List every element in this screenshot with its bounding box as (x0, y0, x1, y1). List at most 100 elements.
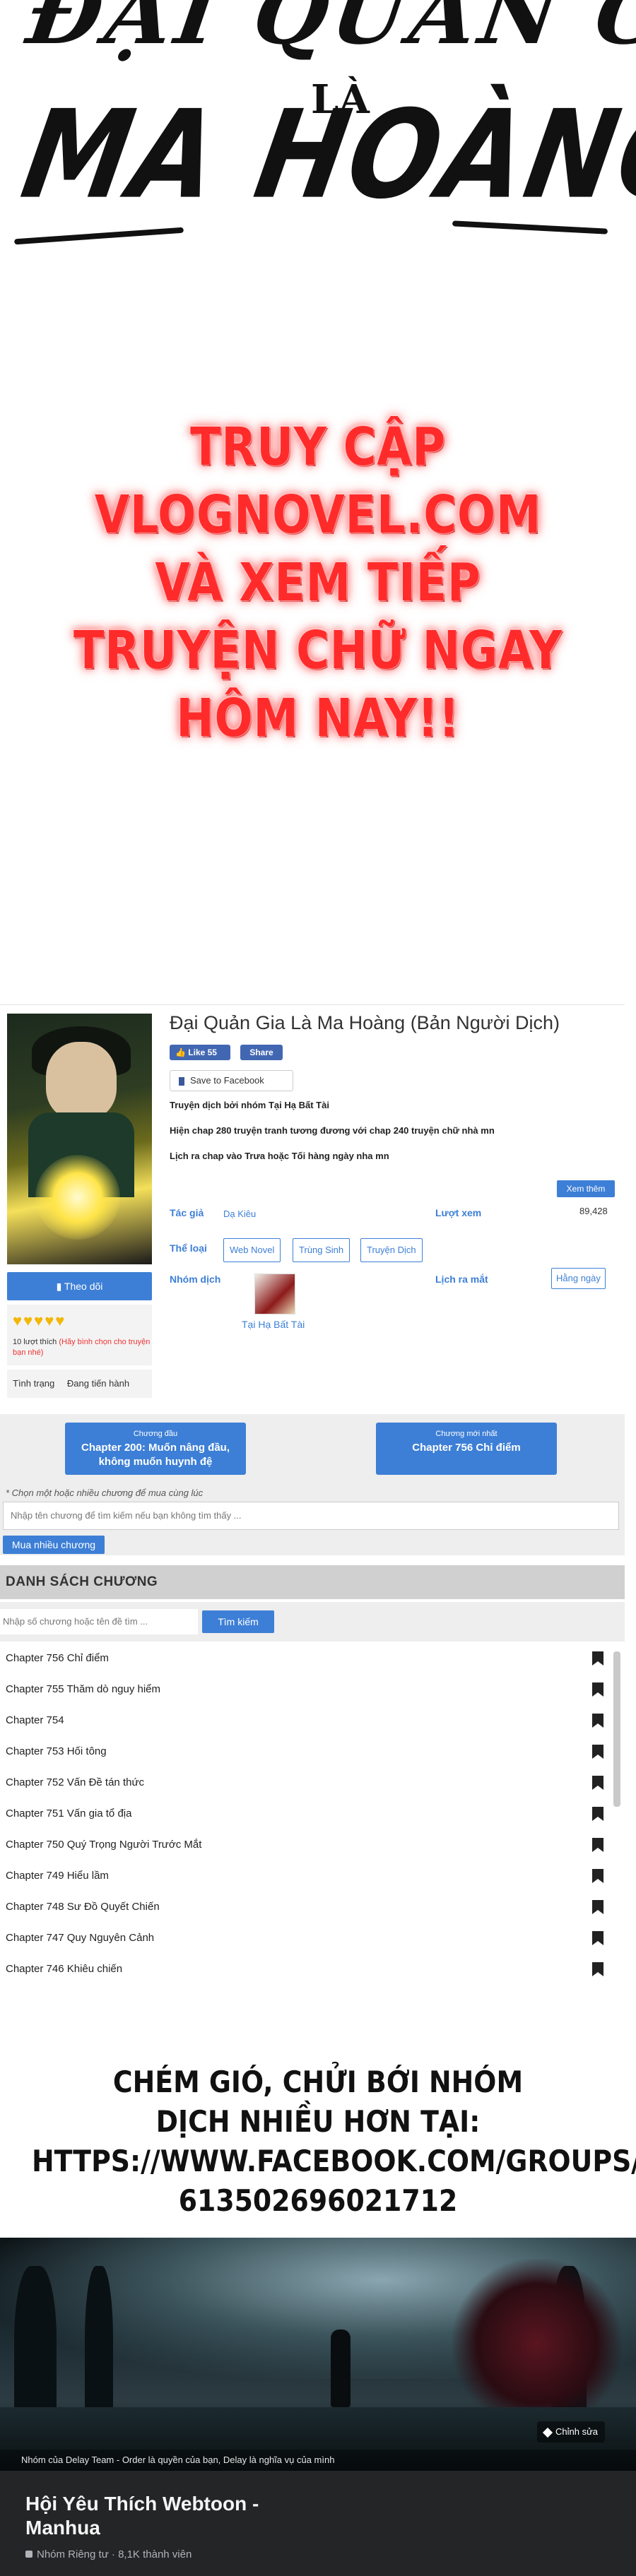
bookmark-icon[interactable] (592, 1962, 603, 1976)
chapter-number-input[interactable]: Nhập số chương hoặc tên đề tìm ... (0, 1609, 198, 1634)
status-row: Tình trạng Đang tiến hành (7, 1370, 152, 1398)
follow-label: Theo dõi (64, 1281, 103, 1292)
pencil-icon (542, 2427, 553, 2438)
translator-label: Nhóm dịch (170, 1274, 221, 1285)
status-value: Đang tiến hành (66, 1378, 130, 1389)
chapter-name: Chapter 753 Hối tông (6, 1745, 107, 1757)
chapter-list-scrollbar[interactable] (613, 1651, 620, 1807)
first-chapter-button[interactable]: Chương đầu Chapter 200: Muốn nâng đầu, k… (65, 1423, 246, 1475)
chapter-name: Chapter 755 Thăm dò nguy hiểm (6, 1683, 161, 1695)
save-to-facebook-button[interactable]: Save to Facebook (170, 1070, 293, 1091)
page: ĐẠI QUẢN GIA LÀ MA HOÀNG TRUY CẬP VLOGNO… (0, 0, 636, 2576)
chapter-name: Chapter 754 (6, 1714, 64, 1726)
cover-monster (452, 2259, 622, 2428)
chapter-row[interactable]: Chapter 754 (0, 1705, 615, 1736)
bookmark-icon[interactable] (592, 1869, 603, 1883)
chapter-row[interactable]: Chapter 751 Vấn gia tổ địa (0, 1798, 615, 1829)
edit-cover-button[interactable]: Chỉnh sửa (537, 2421, 606, 2443)
art-title-line-1: ĐẠI QUẢN GIA (21, 0, 636, 64)
chapter-row[interactable]: Chapter 748 Sư Đồ Quyết Chiến (0, 1892, 615, 1923)
cover-figure (331, 2329, 351, 2407)
follow-button[interactable]: ▮ Theo dõi (7, 1272, 152, 1300)
chapter-search-input[interactable]: Nhập tên chương để tìm kiếm nếu bạn khôn… (3, 1502, 619, 1530)
edit-cover-label: Chỉnh sửa (555, 2426, 599, 2437)
chapter-row[interactable]: Chapter 756 Chỉ điểm (0, 1643, 615, 1674)
cover-glow (35, 1155, 120, 1240)
chapter-name: Chapter 751 Vấn gia tổ địa (6, 1808, 132, 1820)
promo-line: VÀ XEM TIẾP (155, 552, 481, 613)
group-info: Hội Yêu Thích Webtoon - Manhua Nhóm Riên… (0, 2471, 636, 2576)
views-value: 89,428 (579, 1206, 608, 1216)
group-message-line: CHÉM GIÓ, CHỬI BỚI NHÓM (112, 2065, 524, 2099)
author-value[interactable]: Dạ Kiêu (223, 1209, 256, 1219)
thumb-icon: 👍 (175, 1047, 189, 1057)
group-meta: Nhóm Riêng tư · 8,1K thành viên (25, 2548, 192, 2560)
brush-stroke (14, 227, 184, 245)
search-button[interactable]: Tìm kiếm (202, 1610, 274, 1633)
chapter-row[interactable]: Chapter 755 Thăm dò nguy hiểm (0, 1674, 615, 1705)
genre-tag[interactable]: Trùng Sinh (293, 1238, 351, 1262)
bookmark-icon[interactable] (592, 1838, 603, 1852)
fb-share-button[interactable]: Share (240, 1045, 283, 1060)
art-title-line-3: MA HOÀNG (13, 84, 636, 227)
cover-image[interactable] (7, 1014, 152, 1264)
see-more-button[interactable]: Xem thêm (557, 1180, 615, 1197)
author-label: Tác giả (170, 1207, 204, 1218)
group-message-line: HTTPS://WWW.FACEBOOK.COM/GROUPS/ (32, 2144, 636, 2178)
fb-like-button[interactable]: 👍 Like 55 (170, 1045, 230, 1060)
chapter-row[interactable]: Chapter 752 Vấn Đề tán thức (0, 1767, 615, 1798)
group-message: CHÉM GIÓ, CHỬI BỚI NHÓM DỊCH NHIỀU HƠN T… (0, 2062, 636, 2221)
first-chapter-title: Chapter 200: Muốn nâng đầu, không muốn h… (81, 1442, 230, 1468)
latest-chapter-button[interactable]: Chương mới nhất Chapter 756 Chỉ điểm (376, 1423, 557, 1475)
buy-multiple-button[interactable]: Mua nhiều chương (3, 1536, 105, 1554)
chapter-list-search: Nhập số chương hoặc tên đề tìm ... Tìm k… (0, 1602, 625, 1642)
bookmark-icon[interactable] (592, 1776, 603, 1790)
lock-icon (25, 2551, 33, 2558)
chapter-name: Chapter 748 Sư Đồ Quyết Chiến (6, 1901, 160, 1913)
chapter-list: Chapter 756 Chỉ điểm Chapter 755 Thăm dò… (0, 1643, 625, 1989)
chapter-row[interactable]: Chapter 747 Quy Nguyên Cảnh (0, 1923, 615, 1954)
latest-chapter-title: Chapter 756 Chỉ điểm (412, 1442, 521, 1454)
genre-tag[interactable]: Truyện Dịch (360, 1238, 423, 1262)
group-message-line: 613502696021712 (178, 2183, 458, 2218)
facebook-group-banner: Chỉnh sửa Nhóm của Delay Team - Order là… (0, 2238, 636, 2576)
bookmark-icon[interactable] (592, 1651, 603, 1666)
facebook-icon (179, 1076, 184, 1086)
bookmark-icon[interactable] (592, 1807, 603, 1821)
bookmark-icon: ▮ (56, 1281, 64, 1292)
heart-rating[interactable]: ♥♥♥♥♥ (13, 1312, 66, 1330)
promo-line: HÔM NAY!! (176, 688, 460, 749)
promo-text: TRUY CẬP VLOGNOVEL.COM VÀ XEM TIẾP TRUYỆ… (0, 413, 636, 752)
chapter-row[interactable]: Chapter 750 Quý Trọng Người Trước Mắt (0, 1829, 615, 1860)
schedule-tag[interactable]: Hằng ngày (551, 1268, 606, 1289)
rating-box: ♥♥♥♥♥ 10 lượt thích (Hãy bình chọn cho t… (7, 1305, 152, 1365)
chapter-row[interactable]: Chapter 753 Hối tông (0, 1736, 615, 1767)
desc-progress: Hiện chap 280 truyện tranh tương đương v… (170, 1125, 495, 1136)
bookmark-icon[interactable] (592, 1682, 603, 1697)
bookmark-icon[interactable] (592, 1900, 603, 1914)
likes-count: 10 lượt thích (13, 1338, 57, 1346)
schedule-label: Lịch ra mắt (435, 1274, 488, 1285)
group-name[interactable]: Hội Yêu Thích Webtoon - Manhua (25, 2492, 336, 2540)
bookmark-icon[interactable] (592, 1745, 603, 1759)
chapter-list-heading: DANH SÁCH CHƯƠNG (0, 1565, 625, 1599)
chapter-row[interactable]: Chapter 749 Hiểu lầm (0, 1860, 615, 1892)
likes-text: 10 lượt thích (Hãy bình chọn cho truyện … (13, 1337, 151, 1358)
genre-tag[interactable]: Web Novel (223, 1238, 281, 1262)
desc-schedule: Lịch ra chap vào Trưa hoặc Tối hàng ngày… (170, 1151, 389, 1161)
translator-name[interactable]: Tại Hạ Bất Tài (242, 1319, 305, 1330)
title-artwork: ĐẠI QUẢN GIA LÀ MA HOÀNG (0, 0, 636, 459)
first-chapter-small: Chương đầu (133, 1430, 178, 1438)
group-cover-photo: Chỉnh sửa Nhóm của Delay Team - Order là… (0, 2238, 636, 2471)
latest-chapter-small: Chương mới nhất (435, 1430, 497, 1438)
promo-line: TRUYỆN CHỮ NGAY (73, 620, 563, 681)
group-message-line: DỊCH NHIỀU HƠN TẠI: (155, 2104, 481, 2139)
bookmark-icon[interactable] (592, 1714, 603, 1728)
chapter-name: Chapter 750 Quý Trọng Người Trước Mắt (6, 1839, 202, 1851)
chapter-nav: Chương đầu Chapter 200: Muốn nâng đầu, k… (0, 1414, 625, 1555)
bookmark-icon[interactable] (592, 1931, 603, 1945)
manga-info-card: ▮ Theo dõi ♥♥♥♥♥ 10 lượt thích (Hãy bình… (0, 1004, 625, 1414)
chapter-name: Chapter 746 Khiêu chiến (6, 1963, 123, 1975)
translator-avatar[interactable] (254, 1274, 295, 1314)
chapter-row[interactable]: Chapter 746 Khiêu chiến (0, 1954, 615, 1985)
